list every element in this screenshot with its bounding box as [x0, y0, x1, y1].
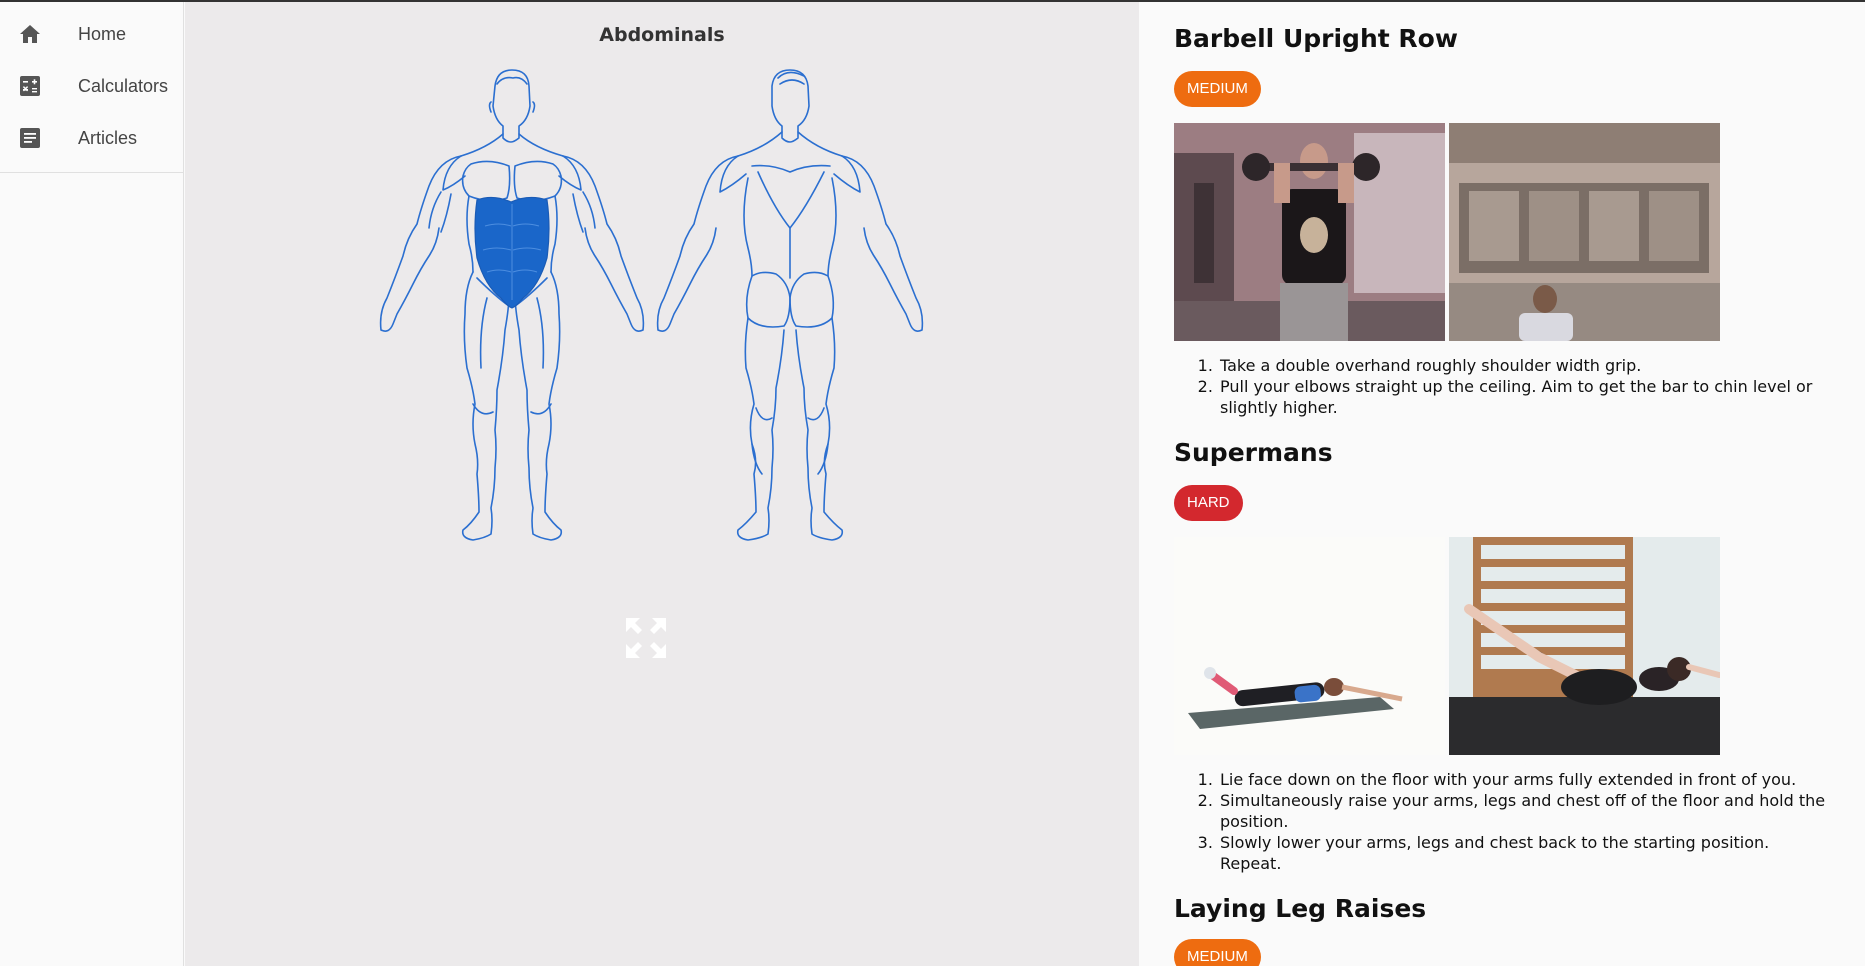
exercise-image — [1449, 537, 1720, 755]
article-icon — [18, 126, 42, 150]
exercise-step: Lie face down on the floor with your arm… — [1218, 769, 1831, 790]
selected-muscle-title: Abdominals — [599, 24, 725, 46]
exercise-card: Barbell Upright Row MEDIUM 1. Take a dou… — [1140, 2, 1865, 418]
sidebar-item-label: Calculators — [78, 75, 169, 96]
exercise-card: Supermans HARD 1. Lie face down on the f… — [1140, 418, 1865, 874]
exercise-step: Take a double overhand roughly shoulder … — [1218, 355, 1831, 376]
difficulty-badge: MEDIUM — [1174, 939, 1261, 966]
difficulty-badge: MEDIUM — [1174, 71, 1261, 107]
sidebar-item-calculators[interactable]: Calculators — [0, 60, 183, 112]
sidebar-item-articles[interactable]: Articles — [0, 112, 183, 164]
calculator-icon — [18, 74, 42, 98]
exercise-step: Pull your elbows straight up the ceiling… — [1218, 376, 1831, 418]
exercise-image — [1174, 537, 1445, 755]
sidebar-item-home[interactable]: Home — [0, 8, 183, 60]
back-body-figure[interactable] — [648, 68, 928, 568]
exercise-images — [1174, 537, 1831, 755]
sidebar-item-label: Articles — [78, 127, 138, 148]
exercise-steps: Take a double overhand roughly shoulder … — [1174, 355, 1831, 418]
exercise-card: Laying Leg Raises MEDIUM — [1140, 874, 1865, 966]
home-icon — [18, 22, 42, 46]
exercise-title: Supermans — [1174, 438, 1333, 467]
exercise-title: Barbell Upright Row — [1174, 24, 1458, 53]
exercise-image — [1174, 123, 1445, 341]
exercise-steps: Lie face down on the floor with your arm… — [1174, 769, 1831, 874]
difficulty-badge: HARD — [1174, 485, 1243, 521]
exercise-title: Laying Leg Raises — [1174, 894, 1427, 923]
expand-icon[interactable] — [622, 614, 670, 662]
sidebar: Home Calculators Articles — [0, 2, 184, 966]
sidebar-nav: Home Calculators Articles — [0, 2, 183, 173]
exercise-image — [1449, 123, 1720, 341]
exercise-step: Simultaneously raise your arms, legs and… — [1218, 790, 1831, 832]
front-body-figure[interactable] — [369, 68, 649, 568]
exercise-step: Slowly lower your arms, legs and chest b… — [1218, 832, 1831, 874]
exercise-list: Barbell Upright Row MEDIUM 1. Take a dou… — [1140, 2, 1865, 966]
sidebar-item-label: Home — [78, 23, 127, 44]
exercise-images — [1174, 123, 1831, 341]
muscle-map-panel: Abdominals — [185, 2, 1139, 966]
